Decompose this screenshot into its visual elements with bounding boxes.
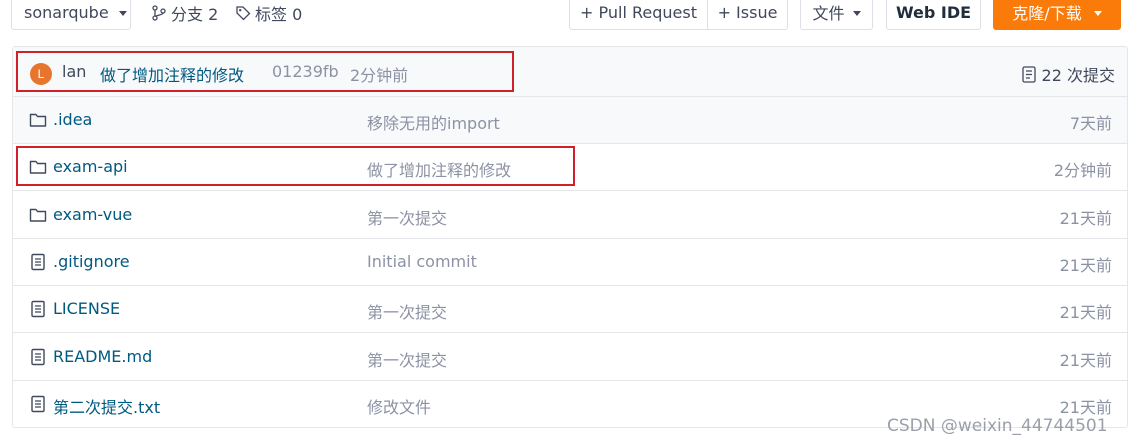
file-commit-message[interactable]: 第一次提交 (367, 205, 447, 229)
branches-label: 分支 2 (171, 5, 219, 24)
commit-count-label: 22 次提交 (1041, 66, 1115, 85)
chevron-down-icon (118, 10, 127, 16)
commit-count-link[interactable]: 22 次提交 (1021, 62, 1115, 86)
folder-icon (29, 111, 47, 129)
file-icon (29, 348, 47, 366)
pull-request-button[interactable]: + Pull Request (570, 0, 707, 29)
file-name-link[interactable]: .idea (53, 110, 92, 129)
commit-sha[interactable]: 01239fb (272, 62, 339, 81)
file-row[interactable]: .gitignore Initial commit 21天前 (13, 239, 1127, 286)
commit-author[interactable]: lan (62, 62, 86, 81)
tags-link[interactable]: 标签 0 (235, 1, 302, 25)
file-icon (29, 300, 47, 318)
issue-button[interactable]: + Issue (707, 0, 787, 29)
branch-icon (152, 5, 166, 21)
web-ide-button[interactable]: Web IDE (886, 0, 981, 30)
file-name-link[interactable]: 第二次提交.txt (53, 394, 160, 418)
file-row[interactable]: LICENSE 第一次提交 21天前 (13, 286, 1127, 334)
avatar[interactable]: L (30, 63, 52, 85)
file-icon (29, 395, 47, 413)
file-commit-message[interactable]: 移除无用的import (367, 110, 500, 134)
commits-icon (1021, 65, 1036, 83)
file-row[interactable]: exam-vue 第一次提交 21天前 (13, 192, 1127, 239)
watermark: CSDN @weixin_44744501 (887, 416, 1108, 436)
commit-message-link[interactable]: 做了增加注释的修改 (100, 62, 244, 86)
file-name-link[interactable]: exam-api (53, 157, 128, 176)
folder-icon (29, 158, 47, 176)
commit-time: 2分钟前 (350, 66, 409, 85)
chevron-down-icon (852, 10, 861, 16)
file-row[interactable]: exam-api 做了增加注释的修改 2分钟前 (13, 144, 1127, 192)
clone-download-label: 克隆/下载 (1012, 4, 1082, 23)
file-name-link[interactable]: LICENSE (53, 299, 120, 318)
file-menu-button[interactable]: 文件 (800, 0, 873, 30)
file-commit-time: 21天前 (1059, 350, 1112, 370)
tag-icon (236, 6, 251, 21)
folder-icon (29, 206, 47, 224)
clone-download-button[interactable]: 克隆/下载 (993, 0, 1121, 30)
file-commit-time: 21天前 (1059, 303, 1112, 323)
file-commit-time: 21天前 (1059, 255, 1112, 275)
file-commit-time: 2分钟前 (1053, 161, 1112, 181)
file-menu-label: 文件 (812, 4, 845, 23)
repo-toolbar: sonarqube 分支 2 标签 0 + Pull Request + Iss… (0, 0, 1134, 30)
file-commit-time: 21天前 (1059, 397, 1112, 417)
file-commit-message[interactable]: Initial commit (367, 252, 477, 271)
file-commit-time: 21天前 (1059, 208, 1112, 228)
file-row[interactable]: .idea 移除无用的import 7天前 (13, 97, 1127, 144)
pr-issue-group: + Pull Request + Issue (569, 0, 788, 30)
file-table: L lan 做了增加注释的修改 01239fb 2分钟前 22 次提交 .ide… (12, 46, 1128, 428)
file-row[interactable]: README.md 第一次提交 21天前 (13, 334, 1127, 381)
file-commit-message[interactable]: 修改文件 (367, 394, 431, 418)
tags-label: 标签 0 (255, 5, 303, 24)
branches-link[interactable]: 分支 2 (151, 1, 218, 25)
file-name-link[interactable]: README.md (53, 347, 152, 366)
file-commit-message[interactable]: 做了增加注释的修改 (367, 157, 511, 181)
latest-commit-row: L lan 做了增加注释的修改 01239fb 2分钟前 22 次提交 (13, 47, 1127, 97)
file-name-link[interactable]: exam-vue (53, 205, 132, 224)
file-name-link[interactable]: .gitignore (53, 252, 130, 271)
file-commit-message[interactable]: 第一次提交 (367, 299, 447, 323)
file-icon (29, 253, 47, 271)
file-commit-time: 7天前 (1069, 114, 1112, 133)
chevron-down-icon (1093, 10, 1102, 16)
branch-select[interactable]: sonarqube (11, 0, 131, 30)
branch-select-label: sonarqube (24, 2, 109, 22)
file-commit-message[interactable]: 第一次提交 (367, 347, 447, 371)
